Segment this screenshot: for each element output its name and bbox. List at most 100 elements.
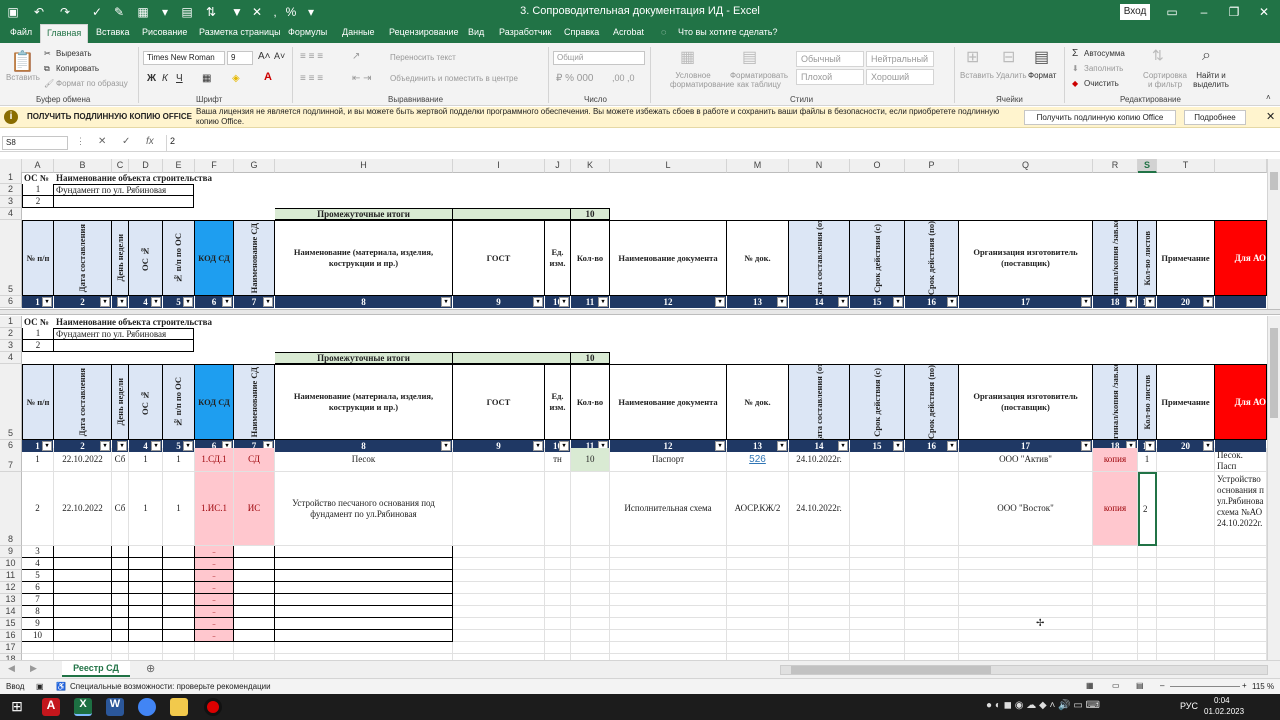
row-header[interactable]: 6 (0, 296, 22, 308)
column-header-a[interactable]: A (22, 159, 54, 173)
close-bar-icon[interactable]: ✕ (1266, 110, 1275, 123)
cut-button[interactable]: Вырезать (56, 49, 92, 58)
add-sheet-icon[interactable]: ⊕ (146, 662, 155, 675)
sheet-tab-registry[interactable]: Реестр СД (62, 661, 130, 677)
collapse-ribbon-icon[interactable]: ˄ (1266, 93, 1271, 102)
font-color-icon[interactable]: A (264, 71, 272, 83)
find-select-icon[interactable]: ⌕ (1202, 47, 1211, 65)
style-good[interactable]: Хороший (866, 69, 934, 85)
tab-draw[interactable]: Рисование (142, 27, 187, 37)
decimal-icons[interactable]: ,00 ,0 (612, 73, 635, 83)
row-header[interactable]: 13 (0, 594, 22, 606)
horizontal-scrollbar[interactable] (780, 665, 1268, 675)
folder-icon[interactable] (170, 698, 188, 716)
conditional-format-icon[interactable]: ▦ (680, 47, 695, 67)
name-box[interactable]: S8 (2, 136, 68, 150)
column-header-h[interactable]: H (275, 159, 453, 173)
filter-dropdown-icon[interactable]: ▾ (441, 297, 451, 307)
row-header[interactable]: 4 (0, 352, 22, 364)
tray-icons[interactable]: ● ◐ ◼ ◉ ☁ ◆ ˄ 🔊 ▭ ⌨ (986, 700, 1100, 711)
filter-dropdown-icon[interactable]: ▾ (42, 297, 52, 307)
delete-cells-icon[interactable]: ⊟ (1002, 47, 1015, 67)
insert-cells-button[interactable]: Вставить (960, 71, 994, 80)
column-header-q[interactable]: Q (959, 159, 1093, 173)
login-button[interactable]: Вход (1120, 4, 1150, 20)
autosum-button[interactable]: Автосумма (1084, 49, 1125, 58)
shrink-font-icon[interactable]: A˅ (274, 51, 285, 61)
filter-dropdown-icon[interactable]: ▾ (263, 297, 273, 307)
row-header[interactable]: 3 (0, 340, 22, 352)
language-indicator[interactable]: РУС (1180, 701, 1198, 711)
formula-input[interactable]: 2 (166, 135, 1270, 151)
vertical-scroll-thumb[interactable] (1270, 328, 1278, 418)
indent-icon[interactable]: ⇤ ⇥ (352, 73, 372, 84)
style-bad[interactable]: Плохой (796, 69, 864, 85)
row-header[interactable]: 16 (0, 630, 22, 642)
normal-view-icon[interactable]: ▦ (1086, 681, 1094, 690)
column-header-g[interactable]: G (234, 159, 275, 173)
function-icon[interactable]: fx (146, 136, 154, 147)
column-header-k[interactable]: K (571, 159, 610, 173)
filter-dropdown-icon[interactable]: ▾ (151, 297, 161, 307)
horizontal-scroll-thumb[interactable] (791, 666, 991, 674)
row-header[interactable]: 4 (0, 208, 22, 220)
filter-dropdown-icon[interactable]: ▾ (533, 297, 543, 307)
zoom-level[interactable]: 115 % (1252, 682, 1274, 691)
filter-dropdown-icon[interactable]: ▾ (117, 297, 127, 307)
cut-icon[interactable]: ✂ (44, 49, 51, 58)
format-painter-button[interactable]: Формат по образцу (56, 79, 128, 88)
align-left-icon[interactable]: ≡ ≡ ≡ (300, 73, 323, 84)
column-header-u[interactable] (1215, 159, 1267, 173)
close-icon[interactable]: ✕ (1254, 3, 1274, 21)
paste-button[interactable]: Вставить (6, 73, 40, 82)
column-header-c[interactable]: C (112, 159, 129, 173)
ribbon-options-icon[interactable]: ▭ (1162, 3, 1182, 21)
restore-icon[interactable]: ❐ (1224, 3, 1244, 21)
tab-insert[interactable]: Вставка (96, 27, 129, 37)
accessibility-status[interactable]: Специальные возможности: проверьте реком… (70, 682, 271, 691)
column-header-m[interactable]: M (727, 159, 789, 173)
orientation-icon[interactable]: ↗ (352, 51, 360, 62)
filter-dropdown-icon[interactable]: ▾ (100, 297, 110, 307)
column-header-n[interactable]: N (789, 159, 850, 173)
windows-start-icon[interactable]: ⊞ (8, 698, 26, 716)
find-select-button[interactable]: Найти и выделить (1190, 71, 1232, 89)
row-header[interactable]: 2 (0, 184, 22, 196)
row-header[interactable]: 7 (0, 448, 22, 472)
filter-dropdown-icon[interactable]: ▾ (222, 297, 232, 307)
tab-help[interactable]: Справка (564, 27, 599, 37)
row-header[interactable]: 9 (0, 546, 22, 558)
insert-cells-icon[interactable]: ⊞ (966, 47, 979, 67)
underline-button[interactable]: Ч (176, 73, 183, 84)
autosum-icon[interactable]: Σ (1072, 48, 1078, 59)
column-header-e[interactable]: E (163, 159, 195, 173)
row-header[interactable]: 11 (0, 570, 22, 582)
vertical-scroll-thumb-top[interactable] (1270, 172, 1278, 190)
row-header[interactable]: 1 (0, 172, 22, 184)
filter-dropdown-icon[interactable]: ▾ (1145, 297, 1155, 307)
accessibility-icon[interactable]: ♿ (56, 682, 66, 691)
record-icon[interactable] (204, 698, 222, 716)
row-header[interactable]: 12 (0, 582, 22, 594)
tab-home[interactable]: Главная (40, 24, 89, 43)
filter-dropdown-icon[interactable]: ▾ (893, 297, 903, 307)
tab-review[interactable]: Рецензирование (389, 27, 459, 37)
column-header-s[interactable]: S (1138, 159, 1157, 173)
merge-center-button[interactable]: Объединить и поместить в центре (390, 74, 518, 83)
clear-icon[interactable]: ◆ (1072, 79, 1078, 88)
tab-acrobat[interactable]: Acrobat (613, 27, 644, 37)
number-format-select[interactable]: Общий (553, 51, 645, 65)
font-name-select[interactable]: Times New Roman (143, 51, 225, 65)
zoom-in-icon[interactable]: + (1242, 681, 1247, 690)
tab-page-layout[interactable]: Разметка страницы (199, 27, 281, 37)
delete-cells-button[interactable]: Удалить (996, 71, 1027, 80)
clock-date[interactable]: 01.02.2023 (1204, 707, 1244, 716)
conditional-format-button[interactable]: Условное форматирование (670, 71, 734, 89)
select-all-corner[interactable] (0, 159, 22, 173)
row-header[interactable]: 1 (0, 316, 22, 328)
style-normal[interactable]: Обычный (796, 51, 864, 67)
acrobat-icon[interactable]: A (42, 698, 60, 716)
tab-view[interactable]: Вид (468, 27, 484, 37)
row-header[interactable]: 8 (0, 472, 22, 546)
filter-dropdown-icon[interactable]: ▾ (598, 297, 608, 307)
